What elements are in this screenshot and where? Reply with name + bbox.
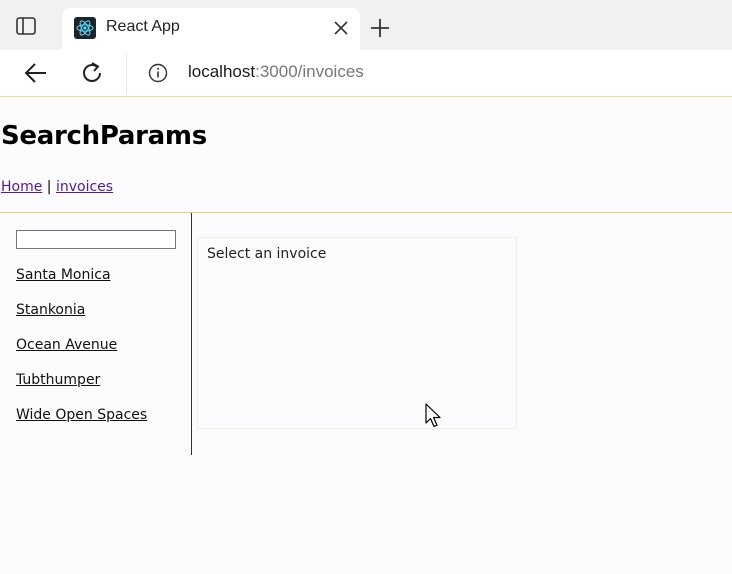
- nav-separator: |: [42, 179, 56, 195]
- address-bar[interactable]: localhost:3000/invoices: [126, 52, 732, 94]
- invoice-main-panel: Select an invoice: [192, 213, 732, 455]
- reload-button[interactable]: [78, 59, 106, 87]
- new-tab-button[interactable]: [369, 17, 391, 39]
- search-input[interactable]: [16, 230, 176, 249]
- url-text[interactable]: localhost:3000/invoices: [188, 62, 364, 82]
- invoice-link-santa-monica[interactable]: Santa Monica: [16, 267, 111, 283]
- invoice-link-wide-open-spaces[interactable]: Wide Open Spaces: [16, 407, 147, 423]
- top-nav: Home | invoices: [1, 179, 113, 195]
- url-path: :3000/invoices: [255, 62, 364, 81]
- select-invoice-message: Select an invoice: [207, 246, 327, 262]
- nav-link-home[interactable]: Home: [1, 179, 42, 195]
- invoice-link-stankonia[interactable]: Stankonia: [16, 302, 85, 318]
- invoice-link-tubthumper[interactable]: Tubthumper: [16, 372, 100, 388]
- info-icon[interactable]: [147, 62, 169, 84]
- tab-title: React App: [106, 18, 180, 35]
- invoice-link-ocean-avenue[interactable]: Ocean Avenue: [16, 337, 117, 353]
- invoice-sidebar: Santa Monica Stankonia Ocean Avenue Tubt…: [0, 213, 192, 455]
- plus-icon: [371, 19, 389, 37]
- browser-tab-bar: React App: [0, 0, 732, 50]
- url-host: localhost: [188, 62, 256, 81]
- back-button[interactable]: [22, 59, 50, 87]
- tab-actions-icon[interactable]: [14, 14, 38, 38]
- content-outline: [197, 237, 517, 429]
- back-arrow-icon: [24, 63, 46, 83]
- browser-tab[interactable]: React App: [62, 8, 360, 50]
- mouse-cursor-icon: [425, 403, 443, 429]
- reload-icon: [83, 62, 101, 82]
- react-logo-icon: [74, 17, 96, 39]
- page-title: SearchParams: [1, 121, 207, 151]
- nav-link-invoices[interactable]: invoices: [56, 179, 113, 195]
- divider: [0, 96, 732, 97]
- browser-toolbar: localhost:3000/invoices: [0, 50, 732, 96]
- close-icon[interactable]: [332, 19, 350, 37]
